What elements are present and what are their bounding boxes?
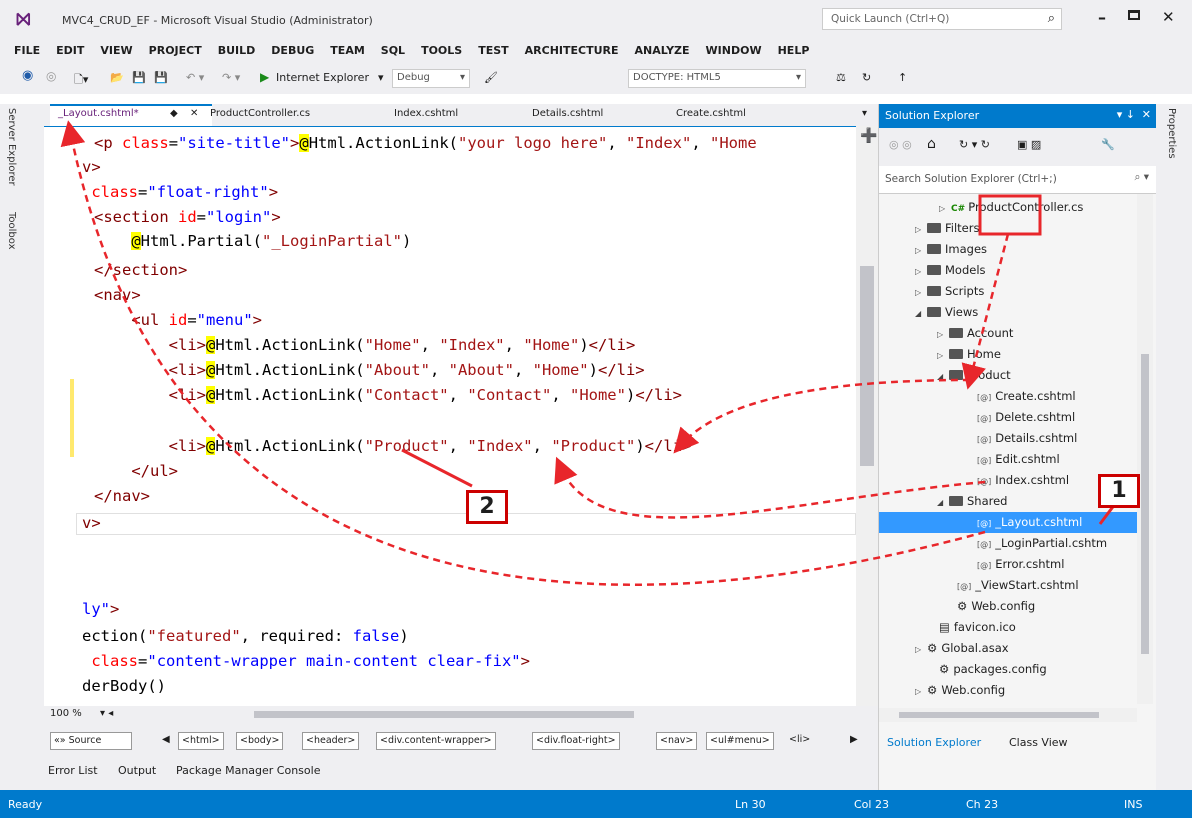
arrow-product-to-code — [673, 378, 971, 454]
annotation-overlay — [60, 120, 1120, 586]
highlight-box — [978, 194, 1042, 236]
arrow-index-to-code — [554, 456, 986, 519]
arrow-layout-to-tab — [60, 120, 986, 586]
callout-1: 1 — [1098, 474, 1140, 508]
callout-2-pointer — [401, 448, 473, 488]
arrow-controller-to-product — [961, 233, 1010, 390]
callout-2: 2 — [466, 490, 508, 524]
